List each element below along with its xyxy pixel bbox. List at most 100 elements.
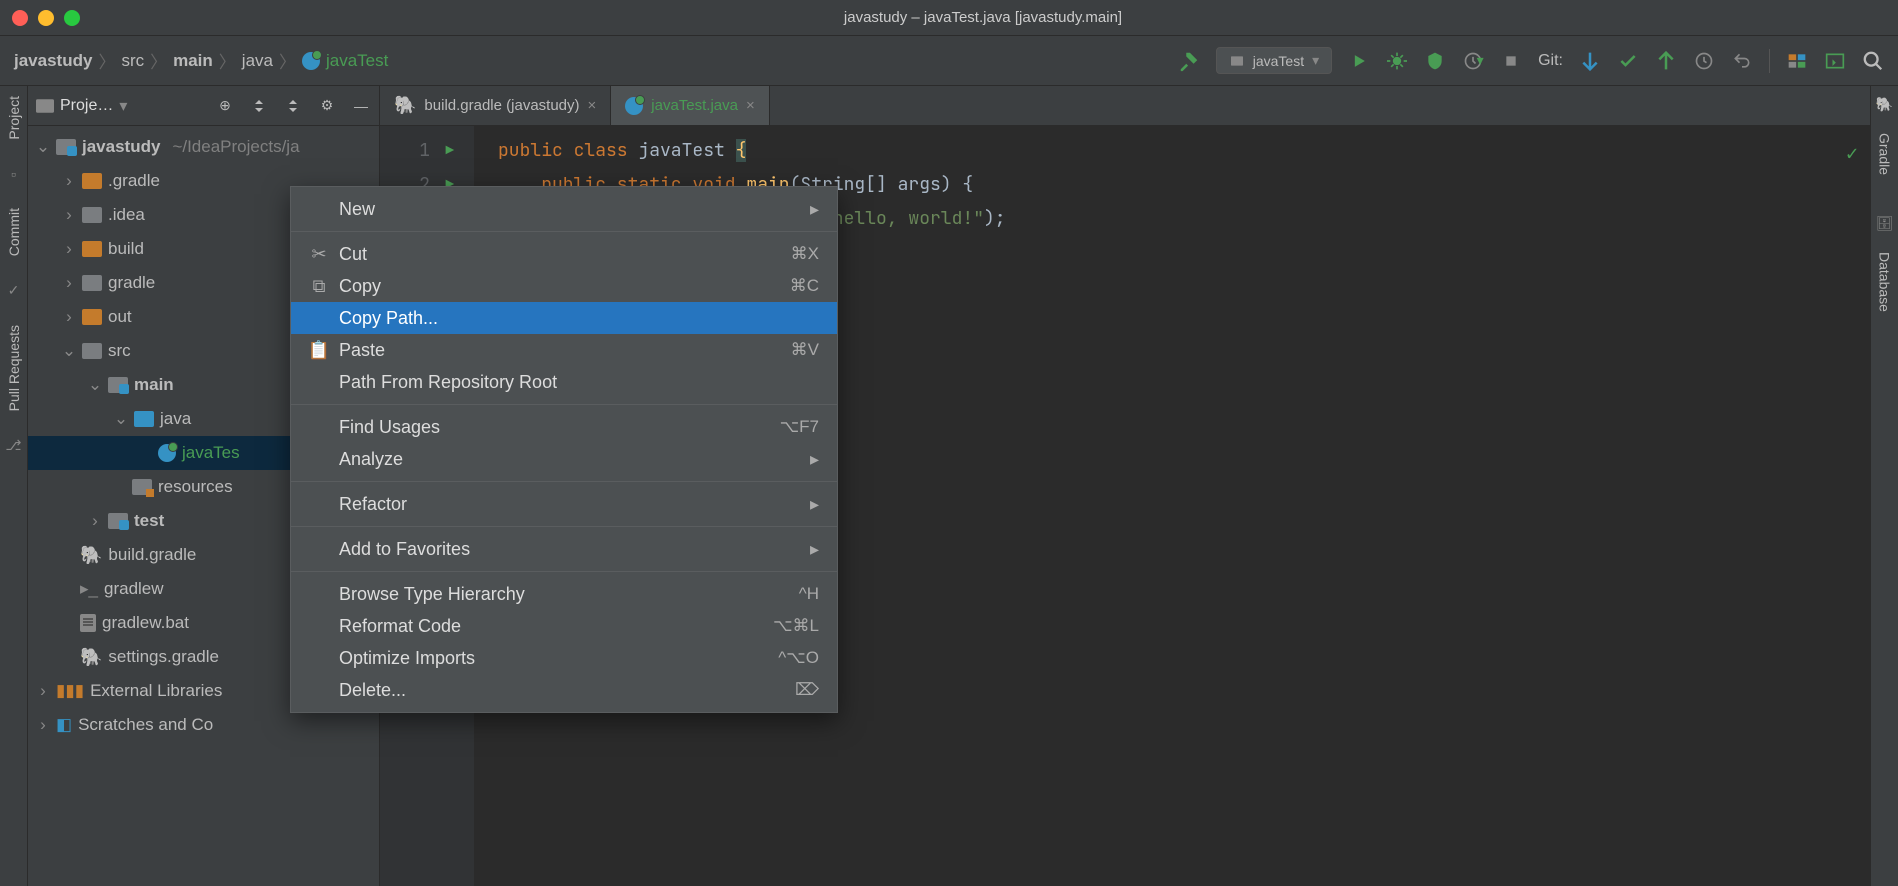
breadcrumb-src[interactable]: src (121, 51, 144, 71)
close-tab-icon[interactable]: × (746, 97, 755, 114)
cm-optimize-imports[interactable]: Optimize Imports ^⌥O (291, 642, 837, 674)
history-icon[interactable] (1693, 50, 1715, 72)
toolbar-right: javaTest ▾ ▾ Git: (1178, 47, 1884, 74)
chevron-right-icon: › (62, 205, 76, 225)
folder-icon (82, 309, 102, 325)
terminal-icon: ▸_ (80, 579, 98, 599)
context-menu: New ▸ ✂ Cut ⌘X ⧉ Copy ⌘C Copy Path... 📋 … (290, 186, 838, 713)
chevron-right-icon: 〉 (219, 48, 236, 73)
cut-icon: ✂ (309, 244, 329, 265)
breadcrumb-file[interactable]: javaTest (302, 51, 388, 71)
gradle-icon: 🐘 (1876, 96, 1893, 113)
profiler-button[interactable]: ▾ (1462, 50, 1484, 72)
chevron-right-icon: 〉 (98, 48, 115, 73)
select-opened-file-icon[interactable]: ⊕ (215, 96, 235, 116)
menu-separator (291, 526, 837, 527)
folder-icon (82, 241, 102, 257)
inspection-ok-icon[interactable]: ✓ (1846, 136, 1858, 170)
paste-icon: 📋 (309, 340, 329, 361)
editor-tabs: 🐘 build.gradle (javastudy) × javaTest.ja… (380, 86, 1870, 126)
menu-separator (291, 481, 837, 482)
cm-analyze[interactable]: Analyze ▸ (291, 443, 837, 475)
chevron-down-icon: ▾ (119, 96, 127, 116)
chevron-down-icon: ⌄ (62, 341, 76, 361)
project-panel-header: Proje… ▾ ⊕ ⚙ — (28, 86, 379, 126)
minimize-window-button[interactable] (38, 10, 54, 26)
tool-gradle[interactable]: Gradle (1877, 133, 1893, 175)
chevron-down-icon: ⌄ (88, 375, 102, 395)
run-button[interactable] (1348, 50, 1370, 72)
breadcrumb-project[interactable]: javastudy (14, 51, 92, 71)
git-label: Git: (1538, 52, 1563, 70)
tab-build-gradle[interactable]: 🐘 build.gradle (javastudy) × (380, 86, 611, 125)
submenu-arrow-icon: ▸ (810, 199, 819, 220)
cm-path-from-repo[interactable]: Path From Repository Root (291, 366, 837, 398)
cm-cut[interactable]: ✂ Cut ⌘X (291, 238, 837, 270)
ide-scripting-icon[interactable] (1786, 50, 1808, 72)
run-anything-icon[interactable] (1824, 50, 1846, 72)
cm-copy[interactable]: ⧉ Copy ⌘C (291, 270, 837, 302)
tool-pull-requests[interactable]: Pull Requests (6, 325, 22, 411)
menu-separator (291, 571, 837, 572)
maximize-window-button[interactable] (64, 10, 80, 26)
file-icon (80, 614, 96, 632)
debug-button[interactable] (1386, 50, 1408, 72)
build-hammer-icon[interactable] (1178, 50, 1200, 72)
breadcrumb-java[interactable]: java (242, 51, 273, 71)
source-folder-icon (134, 411, 154, 427)
title-bar: javastudy – javaTest.java [javastudy.mai… (0, 0, 1898, 36)
tool-database[interactable]: Database (1877, 252, 1893, 312)
cm-reformat-code[interactable]: Reformat Code ⌥⌘L (291, 610, 837, 642)
class-icon (625, 97, 643, 115)
cm-find-usages[interactable]: Find Usages ⌥F7 (291, 411, 837, 443)
tree-project-root[interactable]: ⌄ javastudy ~/IdeaProjects/ja (28, 130, 379, 164)
chevron-right-icon: 〉 (279, 48, 296, 73)
cm-copy-path[interactable]: Copy Path... (291, 302, 837, 334)
menu-separator (291, 404, 837, 405)
module-folder-icon (108, 377, 128, 393)
expand-all-icon[interactable] (249, 96, 269, 116)
cm-add-favorites[interactable]: Add to Favorites ▸ (291, 533, 837, 565)
rollback-icon[interactable] (1731, 50, 1753, 72)
breadcrumb-main[interactable]: main (173, 51, 213, 71)
git-pull-icon[interactable] (1579, 50, 1601, 72)
cm-paste[interactable]: 📋 Paste ⌘V (291, 334, 837, 366)
copy-icon: ⧉ (309, 276, 329, 297)
chevron-right-icon: 〉 (150, 48, 167, 73)
cm-refactor[interactable]: Refactor ▸ (291, 488, 837, 520)
tool-commit[interactable]: Commit (6, 208, 22, 256)
run-configuration-selector[interactable]: javaTest ▾ (1216, 47, 1332, 74)
chevron-right-icon: › (62, 239, 76, 259)
collapse-all-icon[interactable] (283, 96, 303, 116)
close-window-button[interactable] (12, 10, 28, 26)
git-push-icon[interactable] (1655, 50, 1677, 72)
git-commit-icon[interactable] (1617, 50, 1639, 72)
chevron-right-icon: › (36, 681, 50, 701)
gradle-icon: 🐘 (394, 95, 416, 116)
line-number[interactable]: 1▶ (380, 134, 430, 168)
navigation-toolbar: javastudy 〉 src 〉 main 〉 java 〉 javaTest… (0, 36, 1898, 86)
project-panel-title[interactable]: Proje… ▾ (36, 96, 209, 116)
tree-scratches[interactable]: › ◧ Scratches and Co (28, 708, 379, 742)
window-controls (12, 10, 80, 26)
module-folder-icon (108, 513, 128, 529)
tab-javatest[interactable]: javaTest.java × (611, 86, 769, 125)
class-icon (158, 444, 176, 462)
close-tab-icon[interactable]: × (588, 97, 597, 114)
chevron-right-icon: › (62, 171, 76, 191)
hide-panel-icon[interactable]: — (351, 96, 371, 116)
cm-new[interactable]: New ▸ (291, 193, 837, 225)
cm-browse-type-hierarchy[interactable]: Browse Type Hierarchy ^H (291, 578, 837, 610)
run-gutter-icon[interactable]: ▶ (446, 134, 454, 168)
cm-delete[interactable]: Delete... ⌦ (291, 674, 837, 706)
chevron-right-icon: › (62, 307, 76, 327)
commit-icon: ✓ (8, 282, 20, 299)
breadcrumb: javastudy 〉 src 〉 main 〉 java 〉 javaTest (14, 48, 388, 73)
stop-button[interactable] (1500, 50, 1522, 72)
tool-project[interactable]: Project (6, 96, 22, 140)
search-everywhere-icon[interactable] (1862, 50, 1884, 72)
submenu-arrow-icon: ▸ (810, 449, 819, 470)
coverage-button[interactable] (1424, 50, 1446, 72)
menu-separator (291, 231, 837, 232)
gear-icon[interactable]: ⚙ (317, 96, 337, 116)
